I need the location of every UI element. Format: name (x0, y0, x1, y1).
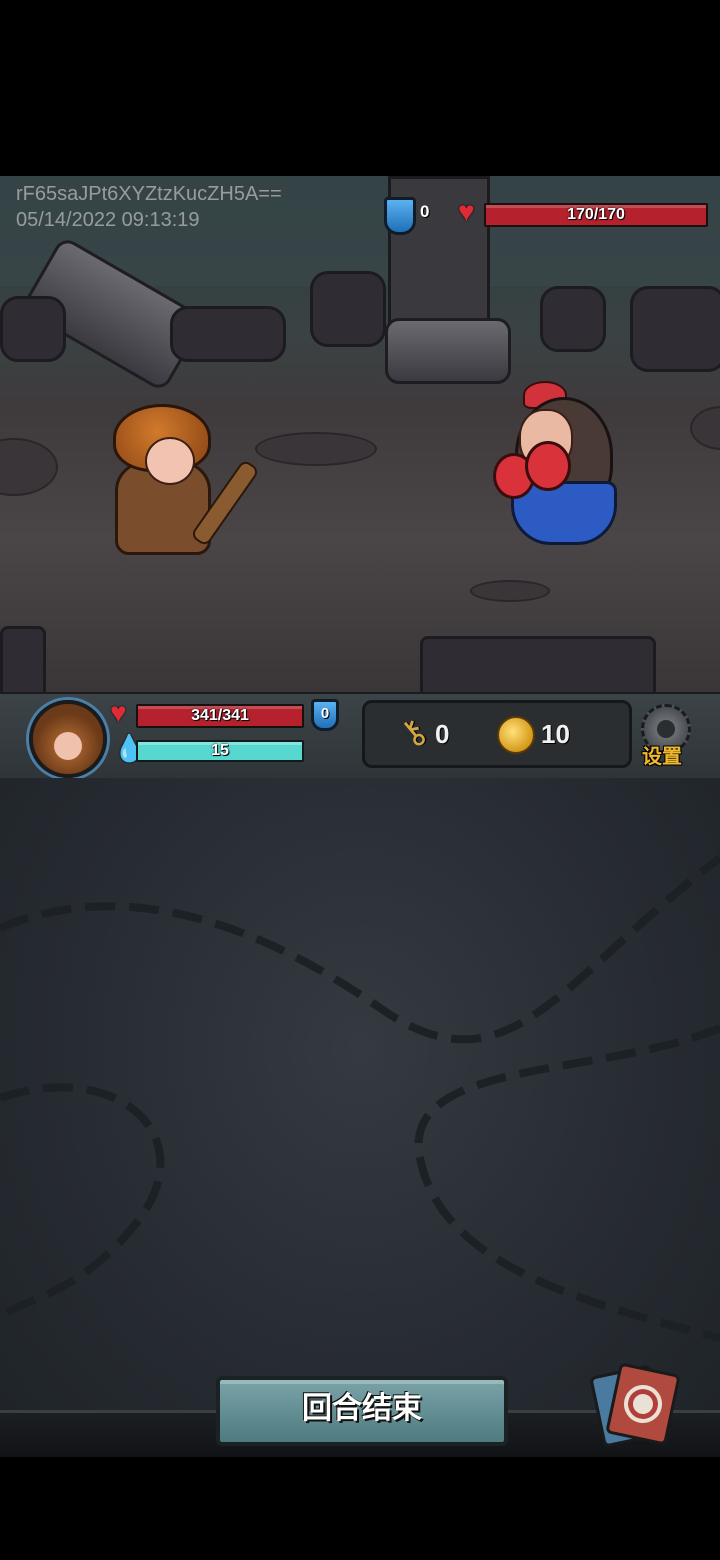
puddle (255, 432, 377, 466)
enemy-hp-bar: 170/170 (484, 203, 708, 227)
draw-pile-icon (605, 1362, 681, 1446)
heart-icon: ♥ (458, 196, 475, 227)
fallen-column (385, 318, 511, 384)
rock (0, 626, 46, 693)
pumpkin-hero-portrait[interactable] (29, 700, 107, 778)
watermark-id: rF65saJPt6XYZtzKucZH5A== (16, 183, 282, 205)
settings-label: 设置 (642, 746, 682, 768)
player-block-value: 0 (320, 705, 330, 722)
player-hp-bar: 341/341 (136, 704, 304, 728)
rock (0, 296, 66, 362)
rock (420, 636, 656, 693)
battle-scene: rF65saJPt6XYZtzKucZH5A== 05/14/2022 09:1… (0, 176, 720, 693)
resource-panel: ⚷ 0 10 (362, 700, 632, 768)
heart-icon: ♥ (110, 697, 127, 728)
player-energy-text: 15 (211, 742, 229, 759)
player-hp-text: 341/341 (191, 707, 249, 724)
shield-icon: 0 (311, 699, 339, 731)
boxing-glove (525, 441, 571, 491)
rock (630, 286, 720, 372)
puddle (470, 580, 550, 602)
enemy-hp-text: 170/170 (567, 206, 625, 223)
target-icon (620, 1381, 666, 1427)
player-character (105, 401, 265, 566)
player-energy-bar: 15 (136, 740, 304, 762)
end-turn-button[interactable]: 回合结束 (216, 1376, 508, 1446)
map-dashes (0, 854, 720, 1342)
rock (310, 271, 386, 347)
settings-button[interactable]: 设置 (636, 704, 696, 768)
rock (540, 286, 606, 352)
coin-icon (497, 716, 535, 754)
rock (170, 306, 286, 362)
player-hud: ♥ 341/341 0 💧 15 ⚷ 0 10 设置 (0, 692, 720, 783)
player-face (145, 437, 195, 485)
puddle (690, 406, 720, 450)
enemy-character[interactable] (485, 381, 625, 561)
puddle (0, 438, 58, 496)
draw-pile-button[interactable] (589, 1362, 682, 1448)
key-count: 0 (435, 719, 450, 749)
card-hand-area (0, 778, 720, 1454)
enemy-block-value: 0 (420, 202, 430, 221)
coin-count: 10 (541, 719, 570, 749)
key-icon: ⚷ (391, 710, 436, 756)
shield-icon (384, 197, 416, 235)
watermark-timestamp: 05/14/2022 09:13:19 (16, 209, 200, 231)
